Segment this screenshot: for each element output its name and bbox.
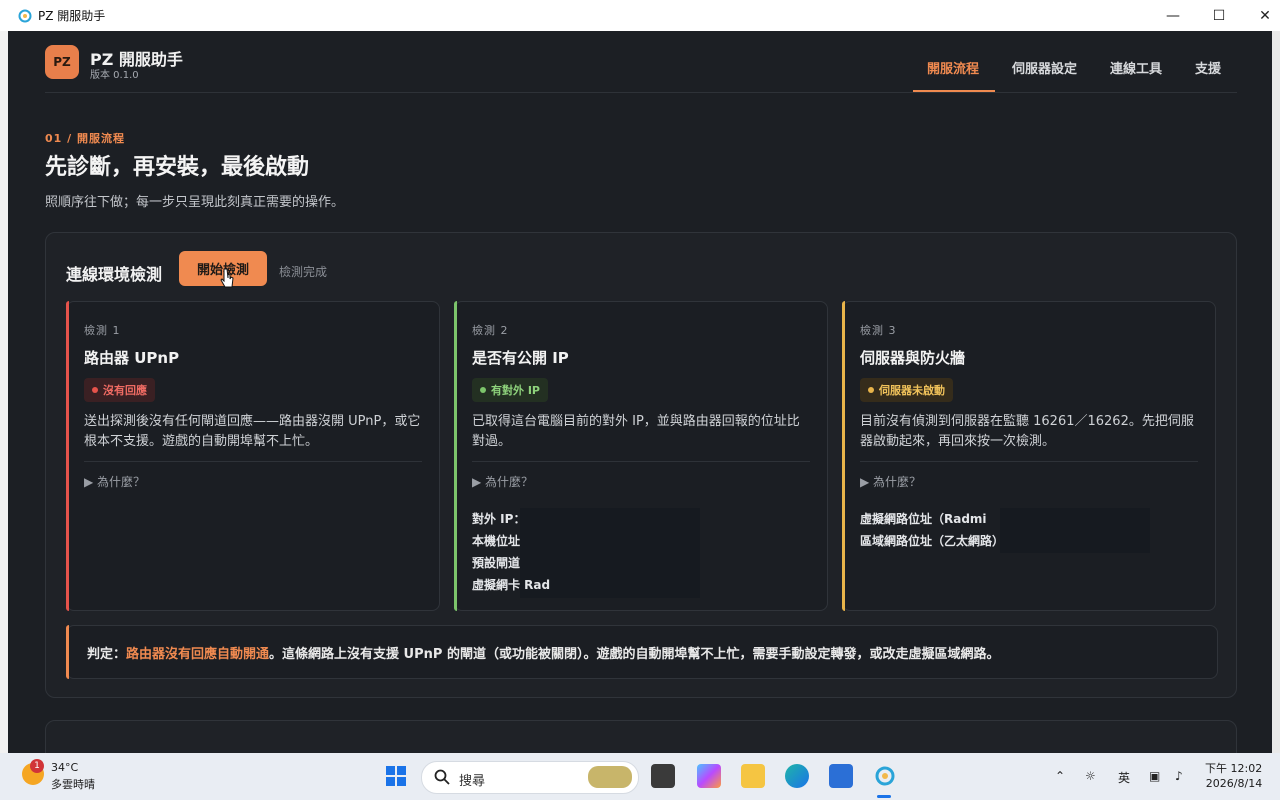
taskbar-search[interactable]: 搜尋 (421, 761, 639, 794)
nav-item-flow[interactable]: 開服流程 (927, 58, 979, 77)
file-explorer-icon[interactable] (741, 764, 765, 788)
install-panel (45, 720, 1237, 753)
store-icon[interactable] (829, 764, 853, 788)
window-left-edge (0, 31, 8, 753)
network-off-icon[interactable]: ☼ (1085, 769, 1096, 783)
info-row: 對外 IP： (472, 512, 526, 526)
search-highlight-image (588, 766, 632, 788)
status-badge: 沒有回應 (84, 378, 155, 402)
status-badge-label: 沒有回應 (103, 384, 147, 397)
app-content: PZ PZ 開服助手 版本 0.1.0 開服流程 伺服器設定 連線工具 支援 0… (8, 31, 1272, 753)
top-navigation: PZ PZ 開服助手 版本 0.1.0 開服流程 伺服器設定 連線工具 支援 (45, 31, 1237, 93)
verdict-prefix: 判定： (87, 647, 127, 662)
page-title: 先診斷，再安裝，最後啟動 (45, 155, 310, 180)
card-accent-bar (66, 301, 69, 611)
edge-browser-icon[interactable] (785, 764, 809, 788)
card-kicker: 檢測 3 (860, 324, 897, 337)
window-scrollbar[interactable] (1272, 31, 1280, 753)
connection-check-panel: 連線環境檢測 開始檢測 檢測完成 檢測 1 路由器 UPnP 沒有回應 送出探測… (45, 232, 1237, 698)
status-badge-label: 有對外 IP (491, 384, 540, 397)
mouse-cursor-icon (220, 268, 234, 288)
notification-badge: 1 (30, 759, 44, 773)
copilot-icon[interactable] (697, 764, 721, 788)
pz-helper-app-icon[interactable] (873, 764, 897, 788)
task-view-icon[interactable] (651, 764, 675, 788)
nav-item-connection-tools[interactable]: 連線工具 (1110, 58, 1162, 77)
status-badge-label: 伺服器未啟動 (879, 384, 945, 397)
card-kicker: 檢測 2 (472, 324, 509, 337)
status-dot-icon (92, 387, 98, 393)
app-icon (18, 9, 32, 22)
maximize-button[interactable]: ☐ (1196, 0, 1242, 31)
search-icon (434, 769, 450, 785)
card-divider (472, 461, 810, 462)
search-placeholder: 搜尋 (459, 774, 486, 789)
card-title: 路由器 UPnP (84, 349, 180, 367)
taskbar: 1 34°C 多雲時晴 搜尋 ⌃ ☼ 英 ▣ ♪ 下午 12:02 2026/8… (0, 753, 1280, 800)
version-label: 版本 0.1.0 (90, 70, 139, 81)
info-row: 虛擬網卡 Rad (472, 578, 551, 592)
weather-temperature: 34°C (51, 761, 79, 774)
nav-item-support[interactable]: 支援 (1195, 58, 1221, 77)
card-description: 已取得這台電腦目前的對外 IP，並與路由器回報的位址比對過。 (472, 414, 800, 449)
status-dot-icon (868, 387, 874, 393)
redacted-area (1000, 508, 1150, 553)
breadcrumb: 01 / 開服流程 (45, 132, 125, 145)
panel-title: 連線環境檢測 (66, 265, 163, 284)
card-description: 送出探測後沒有任何閘道回應——路由器沒開 UPnP，或它根本不支援。遊戲的自動開… (84, 414, 421, 449)
card-title: 是否有公開 IP (472, 349, 569, 367)
verdict-highlight: 路由器沒有回應自動開通 (126, 647, 270, 662)
card-title: 伺服器與防火牆 (860, 349, 966, 367)
card-accent-bar (842, 301, 845, 611)
ip-info-list: 對外 IP： 本機位址 預設閘道 虛擬網卡 Rad (472, 508, 700, 598)
system-clock[interactable]: 下午 12:02 2026/8/14 (1205, 761, 1262, 791)
volume-muted-icon[interactable]: ♪ (1175, 769, 1183, 783)
display-icon[interactable]: ▣ (1149, 769, 1160, 783)
why-toggle[interactable]: ▶ 為什麼？ (84, 473, 145, 490)
card-divider (860, 461, 1198, 462)
why-toggle[interactable]: ▶ 為什麼？ (472, 473, 533, 490)
why-toggle[interactable]: ▶ 為什麼？ (860, 473, 921, 490)
window-title: PZ 開服助手 (38, 9, 106, 23)
check-card-server-firewall: 檢測 3 伺服器與防火牆 伺服器未啟動 目前沒有偵測到伺服器在監聽 16261／… (842, 301, 1216, 611)
nav-active-indicator (913, 90, 995, 92)
status-dot-icon (480, 387, 486, 393)
verdict-accent-bar (66, 625, 69, 679)
window-titlebar: PZ 開服助手 (0, 0, 1280, 31)
ime-indicator[interactable]: 英 (1118, 769, 1130, 786)
address-info-list: 虛擬網路位址（Radmi 區域網路位址（乙太網路） (860, 508, 1150, 553)
check-card-upnp: 檢測 1 路由器 UPnP 沒有回應 送出探測後沒有任何閘道回應——路由器沒開 … (66, 301, 440, 611)
check-card-public-ip: 檢測 2 是否有公開 IP 有對外 IP 已取得這台電腦目前的對外 IP，並與路… (454, 301, 828, 611)
check-status: 檢測完成 (279, 265, 328, 279)
page-subtitle: 照順序往下做；每一步只呈現此刻真正需要的操作。 (45, 195, 345, 210)
info-row: 預設閘道 (472, 556, 521, 570)
card-kicker: 檢測 1 (84, 324, 121, 337)
minimize-button[interactable]: — (1150, 0, 1196, 31)
info-row: 本機位址 (472, 534, 521, 548)
info-row: 虛擬網路位址（Radmi (860, 512, 987, 526)
info-row: 區域網路位址（乙太網路） (860, 534, 1005, 548)
app-logo: PZ (45, 45, 79, 79)
tray-expand-icon[interactable]: ⌃ (1055, 769, 1065, 783)
windows-start-icon[interactable] (384, 764, 408, 788)
status-badge: 有對外 IP (472, 378, 548, 402)
status-badge: 伺服器未啟動 (860, 378, 953, 402)
verdict-box: 判定：路由器沒有回應自動開通。這條網路上沒有支援 UPnP 的閘道（或功能被關閉… (66, 625, 1218, 679)
verdict-body: 。這條網路上沒有支援 UPnP 的閘道（或功能被關閉）。遊戲的自動開埠幫不上忙，… (269, 647, 1000, 662)
verdict-text: 判定：路由器沒有回應自動開通。這條網路上沒有支援 UPnP 的閘道（或功能被關閉… (87, 643, 999, 662)
clock-date: 2026/8/14 (1205, 777, 1263, 790)
card-divider (84, 461, 422, 462)
clock-time: 下午 12:02 (1205, 762, 1263, 775)
active-app-indicator (877, 795, 891, 798)
close-button[interactable]: ✕ (1242, 0, 1280, 31)
nav-item-server-settings[interactable]: 伺服器設定 (1012, 58, 1077, 77)
weather-description: 多雲時晴 (51, 778, 95, 791)
card-description: 目前沒有偵測到伺服器在監聽 16261／16262。先把伺服器啟動起來，再回來按… (860, 414, 1194, 449)
card-accent-bar (454, 301, 457, 611)
